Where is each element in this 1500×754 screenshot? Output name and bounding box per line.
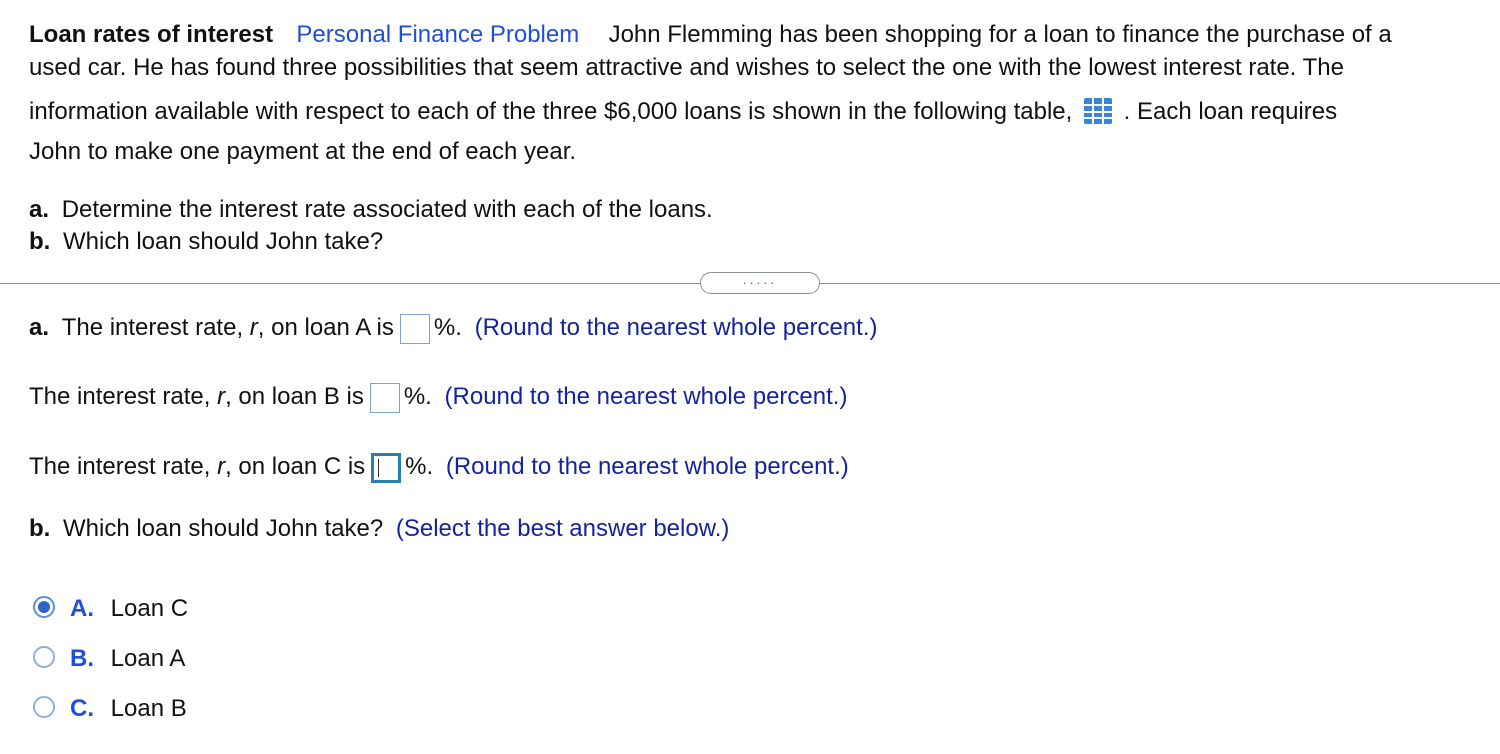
loan-b-rate-input[interactable] — [369, 383, 400, 413]
part-b-hint: (Select the best answer below.) — [395, 515, 730, 542]
loan-c-prefix: The interest rate, — [29, 453, 218, 480]
problem-text-1: John Flemming has been shopping for a lo… — [608, 21, 1392, 48]
problem-line-2: used car. He has found three possibiliti… — [29, 56, 1344, 80]
table-grid-icon[interactable] — [1083, 97, 1113, 125]
loan-b-suffix: , on loan B is — [225, 383, 364, 410]
question-b: b. Which loan should John take? — [29, 230, 383, 254]
loan-b-percent: %. — [403, 383, 432, 410]
part-b-question: b. Which loan should John take? (Select … — [29, 517, 729, 541]
expand-dots: ..... — [742, 271, 778, 287]
answer-a-letter: a. — [29, 314, 50, 341]
problem-text-2: used car. He has found three possibiliti… — [29, 54, 1344, 81]
option-c-letter: C. — [70, 695, 94, 722]
loan-c-percent: %. — [405, 453, 434, 480]
question-a-letter: a. — [29, 196, 50, 223]
problem-text-4: John to make one payment at the end of e… — [29, 138, 577, 165]
loan-b-hint: (Round to the nearest whole percent.) — [444, 383, 848, 410]
option-c-radio[interactable] — [33, 696, 55, 718]
option-a-label: Loan C — [110, 595, 189, 622]
question-b-text: Which loan should John take? — [63, 228, 384, 255]
loan-a-rate-input[interactable] — [399, 314, 430, 344]
problem-line-4: John to make one payment at the end of e… — [29, 140, 576, 164]
expand-toggle-button[interactable]: ..... — [700, 272, 820, 294]
question-a-text: Determine the interest rate associated w… — [61, 196, 713, 223]
problem-text-3a: information available with respect to ea… — [29, 98, 1073, 125]
problem-line-3: information available with respect to ea… — [29, 97, 1337, 125]
loan-a-percent: %. — [433, 314, 462, 341]
problem-category: Personal Finance Problem — [296, 21, 580, 48]
loan-c-suffix: , on loan C is — [225, 453, 366, 480]
option-b-letter: B. — [70, 645, 94, 672]
question-b-letter: b. — [29, 228, 51, 255]
loan-c-hint: (Round to the nearest whole percent.) — [445, 453, 849, 480]
loan-a-suffix: , on loan A is — [257, 314, 394, 341]
answer-loan-a: a. The interest rate, r, on loan A is%. … — [29, 314, 877, 344]
part-b-letter: b. — [29, 515, 51, 542]
option-b-radio[interactable] — [33, 646, 55, 668]
answer-loan-c: The interest rate, r, on loan C is%. (Ro… — [29, 453, 849, 483]
problem-text-3b: . Each loan requires — [1123, 98, 1338, 125]
option-a-radio[interactable] — [33, 596, 55, 618]
option-b[interactable]: B. Loan A — [70, 645, 185, 673]
option-c[interactable]: C. Loan B — [70, 695, 187, 723]
option-a[interactable]: A. Loan C — [70, 595, 188, 623]
loan-a-hint: (Round to the nearest whole percent.) — [474, 314, 878, 341]
option-b-label: Loan A — [110, 645, 186, 672]
loan-c-rate-input[interactable] — [371, 453, 402, 483]
answer-loan-b: The interest rate, r, on loan B is%. (Ro… — [29, 383, 847, 413]
option-a-letter: A. — [70, 595, 94, 622]
problem-line-1: Loan rates of interest Personal Finance … — [29, 23, 1392, 47]
part-b-text: Which loan should John take? — [63, 515, 384, 542]
loan-a-r: r — [249, 314, 258, 341]
loan-b-r: r — [217, 383, 226, 410]
loan-c-r: r — [217, 453, 226, 480]
loan-b-prefix: The interest rate, — [29, 383, 218, 410]
loan-a-prefix: The interest rate, — [61, 314, 250, 341]
question-a: a. Determine the interest rate associate… — [29, 198, 713, 222]
problem-title: Loan rates of interest — [29, 21, 274, 48]
option-c-label: Loan B — [110, 695, 187, 722]
